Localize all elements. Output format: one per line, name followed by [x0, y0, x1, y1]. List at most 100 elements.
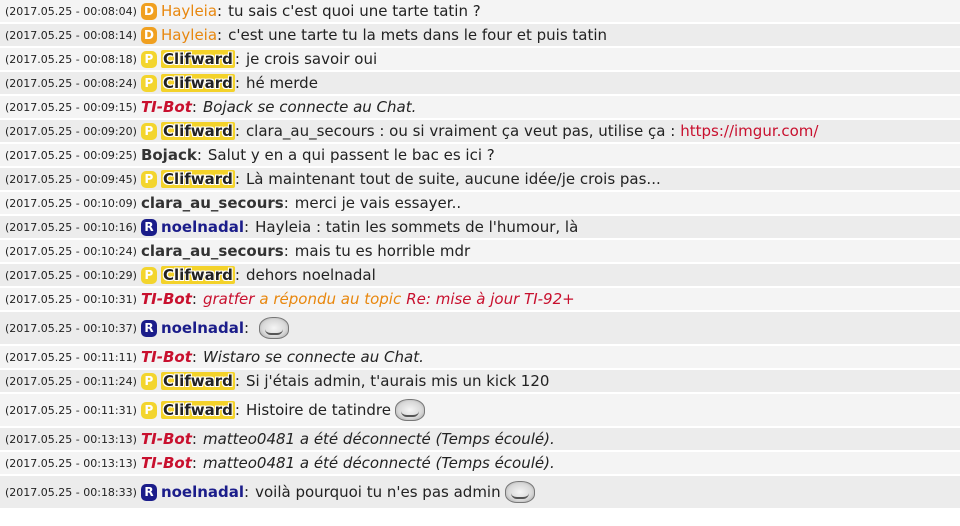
- rank-badge-icon: P: [140, 170, 157, 188]
- username-separator: :: [283, 242, 289, 260]
- chat-message: (2017.05.25 - 00:10:16) Rnoelnadal: Haylei…: [0, 216, 960, 240]
- chat-message: (2017.05.25 - 00:13:13) TI-Bot: matteo0481…: [0, 452, 960, 476]
- username-separator: :: [234, 74, 240, 92]
- username-separator: :: [234, 122, 240, 140]
- message-username[interactable]: clara_au_secours: [141, 242, 284, 260]
- message-text: merci je vais essayer..: [294, 194, 462, 212]
- message-text: matteo0481 a été déconnecté (Temps écoul…: [202, 430, 555, 448]
- chat-message: (2017.05.25 - 00:13:13) TI-Bot: matteo0481…: [0, 428, 960, 452]
- username-separator: :: [244, 483, 250, 501]
- message-username[interactable]: TI-Bot: [141, 454, 192, 472]
- topic-action: a répondu au topic: [259, 290, 402, 308]
- message-username[interactable]: TI-Bot: [141, 290, 192, 308]
- topic-author[interactable]: gratfer: [203, 290, 254, 308]
- message-username[interactable]: noelnadal: [161, 319, 244, 337]
- message-username[interactable]: clara_au_secours: [141, 194, 284, 212]
- message-username[interactable]: Clifward: [160, 266, 235, 284]
- chat-message: (2017.05.25 - 00:08:14) D Hayleia: c'est un…: [0, 24, 960, 48]
- message-timestamp: (2017.05.25 - 00:11:24): [5, 374, 137, 388]
- message-timestamp: (2017.05.25 - 00:09:45): [5, 172, 137, 186]
- message-link[interactable]: https://imgur.com/: [680, 122, 818, 140]
- chat-message: (2017.05.25 - 00:11:31) P Clifward: Histoir…: [0, 394, 960, 428]
- message-text: hé merde: [245, 74, 318, 92]
- message-username[interactable]: noelnadal: [161, 483, 244, 501]
- username-separator: :: [191, 348, 197, 366]
- chat-message: (2017.05.25 - 00:09:15) TI-Bot: Bojack se …: [0, 96, 960, 120]
- message-username[interactable]: Clifward: [160, 50, 235, 68]
- chat-message: (2017.05.25 - 00:10:09) clara_au_secours:…: [0, 192, 960, 216]
- message-username[interactable]: TI-Bot: [141, 430, 192, 448]
- rank-badge-icon: R: [140, 483, 157, 501]
- message-timestamp: (2017.05.25 - 00:09:15): [5, 100, 137, 114]
- message-text: je crois savoir oui: [245, 50, 378, 68]
- message-text: tu sais c'est quoi une tarte tatin ?: [228, 2, 481, 20]
- message-timestamp: (2017.05.25 - 00:18:33): [5, 485, 137, 499]
- rank-badge-icon: P: [140, 50, 157, 68]
- message-timestamp: (2017.05.25 - 00:08:18): [5, 52, 137, 66]
- username-separator: :: [217, 26, 223, 44]
- message-timestamp: (2017.05.25 - 00:09:20): [5, 124, 137, 138]
- message-text: Bojack se connecte au Chat.: [202, 98, 417, 116]
- message-username[interactable]: Clifward: [160, 74, 235, 92]
- message-timestamp: (2017.05.25 - 00:10:31): [5, 292, 137, 306]
- message-username[interactable]: TI-Bot: [141, 348, 192, 366]
- message-timestamp: (2017.05.25 - 00:11:31): [5, 403, 137, 417]
- message-username[interactable]: Clifward: [160, 122, 235, 140]
- message-username[interactable]: TI-Bot: [141, 98, 192, 116]
- message-timestamp: (2017.05.25 - 00:11:11): [5, 350, 137, 364]
- message-timestamp: (2017.05.25 - 00:13:13): [5, 456, 137, 470]
- message-username[interactable]: Clifward: [160, 401, 235, 419]
- message-text: matteo0481 a été déconnecté (Temps écoul…: [202, 454, 555, 472]
- chat-message: (2017.05.25 - 00:10:29) P Clifward: dehors …: [0, 264, 960, 288]
- rank-badge-icon: D: [140, 2, 157, 20]
- message-username[interactable]: noelnadal: [161, 218, 244, 236]
- username-separator: :: [234, 266, 240, 284]
- username-separator: :: [191, 454, 197, 472]
- username-separator: :: [196, 146, 202, 164]
- chat-message: (2017.05.25 - 00:10:24) clara_au_secours:…: [0, 240, 960, 264]
- username-separator: :: [234, 401, 240, 419]
- rank-badge-icon: D: [140, 26, 157, 44]
- chat-message: (2017.05.25 - 00:10:37) Rnoelnadal:: [0, 312, 960, 346]
- message-text: c'est une tarte tu la mets dans le four …: [228, 26, 608, 44]
- chat-message: (2017.05.25 - 00:09:20) P Clifward: clara_a…: [0, 120, 960, 144]
- message-username[interactable]: Clifward: [160, 372, 235, 390]
- chat-message: (2017.05.25 - 00:11:24) P Clifward: Si j'ét…: [0, 370, 960, 394]
- rank-badge-icon: P: [140, 74, 157, 92]
- username-separator: :: [283, 194, 289, 212]
- message-text: Si j'étais admin, t'aurais mis un kick 1…: [245, 372, 550, 390]
- message-text: clara_au_secours : ou si vraiment ça veu…: [245, 122, 676, 140]
- chat-message: (2017.05.25 - 00:09:25) Bojack: Salut y en…: [0, 144, 960, 168]
- message-text: Wistaro se connecte au Chat.: [202, 348, 424, 366]
- message-text: Histoire de tatindre: [245, 401, 391, 419]
- message-timestamp: (2017.05.25 - 00:08:04): [5, 4, 137, 18]
- chat-message: (2017.05.25 - 00:08:04) D Hayleia: tu sais …: [0, 0, 960, 24]
- trollface-icon: [395, 399, 425, 421]
- chat-message: (2017.05.25 - 00:11:11) TI-Bot: Wistaro se…: [0, 346, 960, 370]
- message-username[interactable]: Clifward: [160, 170, 235, 188]
- message-timestamp: (2017.05.25 - 00:08:24): [5, 76, 137, 90]
- message-timestamp: (2017.05.25 - 00:10:24): [5, 244, 137, 258]
- rank-badge-icon: P: [140, 401, 157, 419]
- message-text: dehors noelnadal: [245, 266, 376, 284]
- username-separator: :: [234, 170, 240, 188]
- message-username[interactable]: Bojack: [141, 146, 197, 164]
- message-username[interactable]: Hayleia: [161, 2, 217, 20]
- username-separator: :: [244, 319, 250, 337]
- username-separator: :: [217, 2, 223, 20]
- rank-badge-icon: R: [140, 218, 157, 236]
- topic-link[interactable]: Re: mise à jour TI-92+: [406, 290, 574, 308]
- chat-message: (2017.05.25 - 00:08:24) P Clifward: hé merd…: [0, 72, 960, 96]
- message-username[interactable]: Hayleia: [161, 26, 217, 44]
- username-separator: :: [234, 372, 240, 390]
- message-text: Salut y en a qui passent le bac es ici ?: [207, 146, 495, 164]
- chat-message: (2017.05.25 - 00:10:31) TI-Bot: gratfer a r…: [0, 288, 960, 312]
- chat-message: (2017.05.25 - 00:18:33) Rnoelnadal: voilà …: [0, 476, 960, 510]
- username-separator: :: [191, 98, 197, 116]
- username-separator: :: [191, 290, 197, 308]
- message-timestamp: (2017.05.25 - 00:13:13): [5, 432, 137, 446]
- message-timestamp: (2017.05.25 - 00:08:14): [5, 28, 137, 42]
- message-timestamp: (2017.05.25 - 00:10:37): [5, 321, 137, 335]
- message-timestamp: (2017.05.25 - 00:10:09): [5, 196, 137, 210]
- rank-badge-icon: P: [140, 266, 157, 284]
